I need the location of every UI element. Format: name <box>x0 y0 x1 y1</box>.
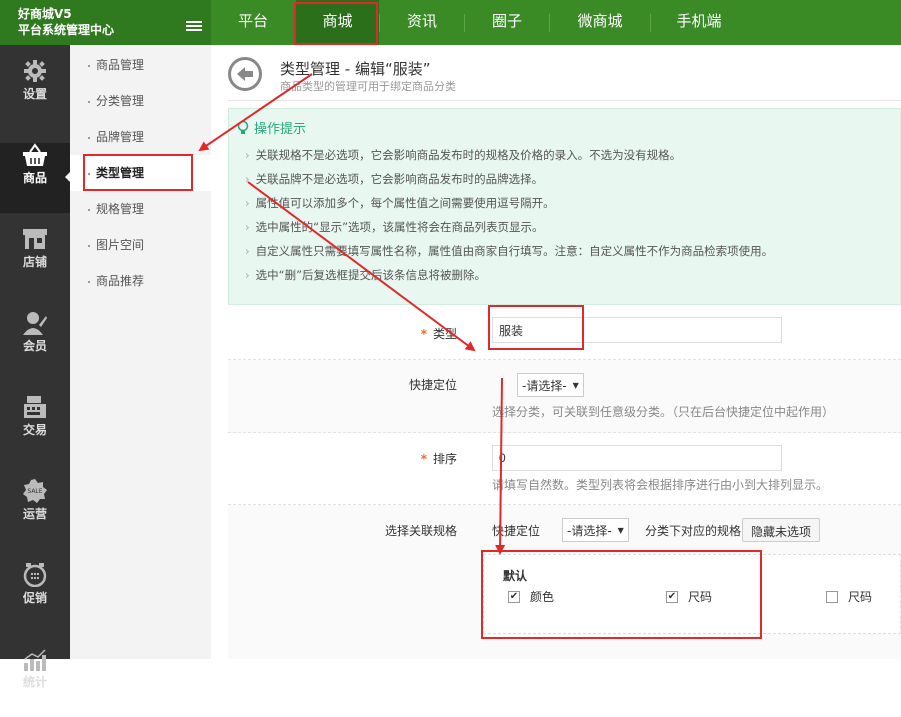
spec-option-size-2[interactable]: 尺码 <box>826 588 872 605</box>
submenu-item-category-manage[interactable]: 分类管理 <box>70 83 211 119</box>
sidebar-item-label: 统计 <box>22 675 47 689</box>
tip-text: 属性值可以添加多个，每个属性值之间需要使用逗号隔开。 <box>255 196 555 210</box>
hide-unselected-button[interactable]: 隐藏未选项 <box>742 518 821 542</box>
tab-platform[interactable]: 平台 <box>211 0 295 45</box>
spec-quick-locate-label: 快捷定位 <box>492 524 541 538</box>
gear-icon <box>21 59 49 83</box>
tip-item: › 自定义属性只需要填写属性名称，属性值由商家自行填写。注意：自定义属性不作为商品… <box>245 244 774 258</box>
submenu-item-image-space[interactable]: 图片空间 <box>70 227 211 263</box>
sidebar-item-operation[interactable]: SALE 运营 <box>0 479 70 549</box>
tip-text: 自定义属性只需要填写属性名称，属性值由商家自行填写。注意：自定义属性不作为商品检… <box>255 244 774 258</box>
sidebar-item-settings[interactable]: 设置 <box>0 59 70 129</box>
sidebar-item-label: 运营 <box>22 507 47 521</box>
brand: 好商城V5 平台系统管理中心 <box>0 0 211 45</box>
back-button[interactable] <box>228 57 262 91</box>
form-row-sort: *排序 请填写自然数。类型列表将会根据排序进行由小到大排列显示。 <box>228 433 901 505</box>
type-label: * 类型 <box>420 327 457 341</box>
tip-text: 选中“删”后复选框提交后该条信息将被删除。 <box>255 268 487 282</box>
sidebar-item-label: 促销 <box>22 591 47 605</box>
quick-locate-hint: 选择分类，可关联到任意级分类。（只在后台快捷定位中起作用） <box>492 405 835 419</box>
form-row-quick-locate: 快捷定位 -请选择- ▼ 选择分类，可关联到任意级分类。（只在后台快捷定位中起作用… <box>228 360 901 433</box>
tip-item: › 关联品牌不是必选项，它会影响商品发布时的品牌选择。 <box>245 172 544 186</box>
sort-hint: 请填写自然数。类型列表将会根据排序进行由小到大排列显示。 <box>492 478 829 492</box>
sort-input[interactable] <box>492 445 782 471</box>
submenu-item-goods-recommend[interactable]: 商品推荐 <box>70 263 211 299</box>
submenu-item-label: 商品推荐 <box>96 274 145 288</box>
tip-text: 选中属性的“显示”选项，该属性将会在商品列表页显示。 <box>255 220 544 234</box>
sidebar-item-label: 商品 <box>22 171 47 185</box>
spec-after-select-text: 分类下对应的规格 <box>645 524 742 538</box>
highlight-box-mall-tab <box>294 2 378 45</box>
tip-text: 关联品牌不是必选项，它会影响商品发布时的品牌选择。 <box>255 172 544 186</box>
tip-item: › 选中“删”后复选框提交后该条信息将被删除。 <box>245 268 487 282</box>
submenu-item-label: 图片空间 <box>96 238 145 252</box>
submenu: 商品管理 分类管理 品牌管理 类型管理 规格管理 图片空间 商品推荐 <box>70 45 212 659</box>
sale-badge-icon: SALE <box>21 479 49 503</box>
sidebar-item-label: 会员 <box>22 339 47 353</box>
tab-news[interactable]: 资讯 <box>380 0 464 45</box>
shop-icon <box>21 227 49 251</box>
submenu-item-label: 规格管理 <box>96 202 145 216</box>
highlight-box-type-manage <box>83 154 193 191</box>
brand-name: 好商城V5 <box>18 7 72 21</box>
spec-option-label: 尺码 <box>848 590 873 604</box>
spec-label: 选择关联规格 <box>384 524 457 538</box>
menu-toggle-icon[interactable] <box>186 21 202 33</box>
tip-item: › 属性值可以添加多个，每个属性值之间需要使用逗号隔开。 <box>245 196 555 210</box>
tip-text: 关联规格不是必选项，它会影响商品发布时的规格及价格的录入。不选为没有规格。 <box>255 148 682 162</box>
tip-item: › 关联规格不是必选项，它会影响商品发布时的规格及价格的录入。不选为没有规格。 <box>245 148 682 162</box>
svg-text:SALE: SALE <box>27 488 42 495</box>
chevron-down-icon: ▼ <box>572 380 579 390</box>
highlight-box-spec-options <box>481 550 762 639</box>
alarm-clock-icon <box>21 563 49 587</box>
tab-circle[interactable]: 圈子 <box>465 0 549 45</box>
tips-title-label: 操作提示 <box>254 122 307 137</box>
arrow-left-icon <box>237 67 253 81</box>
tips-title: 操作提示 <box>237 118 306 137</box>
submenu-item-goods-manage[interactable]: 商品管理 <box>70 47 211 83</box>
checkbox-unchecked[interactable] <box>826 590 838 603</box>
submenu-item-label: 商品管理 <box>96 58 145 72</box>
spec-category-select[interactable]: -请选择- ▼ <box>562 518 629 542</box>
quick-locate-select-value: -请选择- <box>522 378 567 393</box>
sort-label: * 排序 <box>420 452 457 466</box>
top-nav: 平台 商城 资讯 圈子 微商城 手机端 <box>211 0 747 45</box>
sidebar-item-trade[interactable]: 交易 <box>0 395 70 465</box>
brand-subtitle: 平台系统管理中心 <box>18 23 115 37</box>
sidebar-item-promotion[interactable]: 促销 <box>0 563 70 633</box>
submenu-item-brand-manage[interactable]: 品牌管理 <box>70 119 211 155</box>
sidebar-item-label: 交易 <box>22 423 47 437</box>
user-icon <box>21 311 49 335</box>
tip-item: › 选中属性的“显示”选项，该属性将会在商品列表页显示。 <box>245 220 544 234</box>
highlight-box-type-input <box>488 305 584 350</box>
submenu-item-label: 品牌管理 <box>96 130 145 144</box>
spec-category-select-value: -请选择- <box>567 523 612 538</box>
sidebar: 设置 商品 店铺 会员 交易 SALE 运营 促销 统计 <box>0 45 71 689</box>
basket-icon <box>21 143 49 167</box>
sidebar-item-label: 设置 <box>22 87 47 101</box>
lightbulb-icon <box>237 120 249 134</box>
header-divider <box>228 100 901 101</box>
sidebar-item-statistics[interactable]: 统计 <box>0 647 70 717</box>
chevron-down-icon: ▼ <box>617 525 624 535</box>
page-header: 类型管理 - 编辑“服装” 商品类型的管理可用于绑定商品分类 <box>211 45 901 100</box>
tips-list: › 关联规格不是必选项，它会影响商品发布时的规格及价格的录入。不选为没有规格。 ›… <box>245 143 773 287</box>
tab-micro-mall[interactable]: 微商城 <box>550 0 650 45</box>
top-bar: 好商城V5 平台系统管理中心 平台 商城 资讯 圈子 微商城 手机端 <box>0 0 901 45</box>
tips-panel: 操作提示 › 关联规格不是必选项，它会影响商品发布时的规格及价格的录入。不选为没有… <box>228 108 901 305</box>
quick-locate-label: 快捷定位 <box>408 378 457 392</box>
page-subtitle: 商品类型的管理可用于绑定商品分类 <box>280 80 456 93</box>
sidebar-item-label: 店铺 <box>22 255 47 269</box>
submenu-item-label: 分类管理 <box>96 94 145 108</box>
submenu-item-spec-manage[interactable]: 规格管理 <box>70 191 211 227</box>
sidebar-item-shop[interactable]: 店铺 <box>0 227 70 297</box>
sidebar-item-member[interactable]: 会员 <box>0 311 70 381</box>
register-icon <box>21 395 49 419</box>
page-title: 类型管理 - 编辑“服装” <box>280 60 431 78</box>
sidebar-item-goods[interactable]: 商品 <box>0 143 71 213</box>
tab-mobile[interactable]: 手机端 <box>651 0 747 45</box>
quick-locate-select[interactable]: -请选择- ▼ <box>517 373 584 397</box>
bar-chart-icon <box>21 647 49 671</box>
